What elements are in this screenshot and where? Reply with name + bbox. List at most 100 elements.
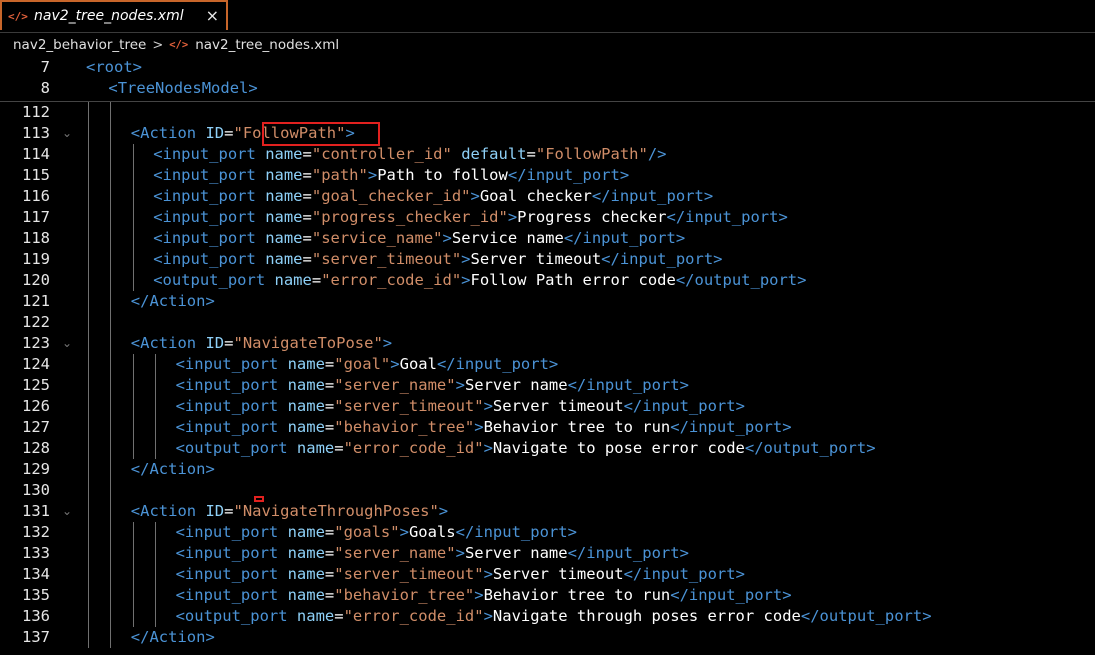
- line-number: 120: [22, 271, 50, 289]
- fold-chevron-icon[interactable]: ⌄: [62, 501, 76, 522]
- indent-guide: [110, 102, 112, 648]
- line-number: 8: [40, 79, 50, 97]
- indent-guide: [88, 102, 89, 648]
- code-text: <output_port name="error_code_id">Follow…: [153, 271, 807, 289]
- line-number: 121: [22, 292, 50, 310]
- line-number: 124: [22, 355, 50, 373]
- code-line[interactable]: 129 </Action>: [0, 459, 1095, 480]
- line-number: 122: [22, 313, 50, 331]
- code-text: <input_port name="server_name">Server na…: [175, 376, 689, 394]
- code-line[interactable]: 8 <TreeNodesModel>: [0, 78, 1095, 99]
- code-line[interactable]: 133 <input_port name="server_name">Server…: [0, 543, 1095, 564]
- code-text: </Action>: [130, 460, 215, 478]
- line-number: 118: [22, 229, 50, 247]
- code-line[interactable]: 112: [0, 102, 1095, 123]
- line-number: 123: [22, 334, 50, 352]
- code-line[interactable]: 130: [0, 480, 1095, 501]
- line-number: 133: [22, 544, 50, 562]
- code-text: <root>: [86, 58, 143, 76]
- line-number: 134: [22, 565, 50, 583]
- code-text: </Action>: [130, 292, 215, 310]
- code-line[interactable]: 114 <input_port name="controller_id" defa…: [0, 144, 1095, 165]
- code-text: <input_port name="server_timeout">Server…: [175, 565, 745, 583]
- line-number: 128: [22, 439, 50, 457]
- line-number: 117: [22, 208, 50, 226]
- code-line[interactable]: 122: [0, 312, 1095, 333]
- code-line[interactable]: 124 <input_port name="goal">Goal</input_p…: [0, 354, 1095, 375]
- line-number: 113: [22, 124, 50, 142]
- line-number: 126: [22, 397, 50, 415]
- line-number: 119: [22, 250, 50, 268]
- fold-chevron-icon[interactable]: ⌄: [62, 333, 76, 354]
- line-number: 130: [22, 481, 50, 499]
- sticky-scroll-header[interactable]: 7 <root> 8 <TreeNodesModel>: [0, 56, 1095, 102]
- code-text: <input_port name="service_name">Service …: [153, 229, 686, 247]
- code-text: <output_port name="error_code_id">Naviga…: [175, 439, 876, 457]
- code-text: <input_port name="goals">Goals</input_po…: [175, 523, 577, 541]
- code-editor[interactable]: 112 113 ⌄ <Action ID="FollowPath"> 114 <input…: [0, 102, 1095, 655]
- line-number: 115: [22, 166, 50, 184]
- line-number: 132: [22, 523, 50, 541]
- code-line[interactable]: 119 <input_port name="server_timeout">Ser…: [0, 249, 1095, 270]
- code-line[interactable]: 126 <input_port name="server_timeout">Ser…: [0, 396, 1095, 417]
- fold-chevron-icon[interactable]: ⌄: [62, 123, 76, 144]
- code-text: <input_port name="controller_id" default…: [153, 145, 667, 163]
- line-number: 131: [22, 502, 50, 520]
- tab-nav2-tree-nodes[interactable]: </> nav2_tree_nodes.xml ×: [0, 0, 228, 30]
- code-text: <input_port name="server_name">Server na…: [175, 544, 689, 562]
- code-text: <input_port name="goal_checker_id">Goal …: [153, 187, 714, 205]
- breadcrumb-file[interactable]: nav2_tree_nodes.xml: [195, 37, 339, 53]
- code-line[interactable]: 127 <input_port name="behavior_tree">Beha…: [0, 417, 1095, 438]
- code-text: <input_port name="progress_checker_id">P…: [153, 208, 788, 226]
- code-line[interactable]: 117 <input_port name="progress_checker_id…: [0, 207, 1095, 228]
- code-text: <input_port name="goal">Goal</input_port…: [175, 355, 559, 373]
- code-line[interactable]: 128 <output_port name="error_code_id">Nav…: [0, 438, 1095, 459]
- code-line[interactable]: 115 <input_port name="path">Path to follo…: [0, 165, 1095, 186]
- close-icon[interactable]: ×: [206, 6, 219, 25]
- code-line[interactable]: 137 </Action>: [0, 627, 1095, 648]
- cursor-marker: [254, 496, 264, 502]
- code-text: <output_port name="error_code_id">Naviga…: [175, 607, 932, 625]
- chevron-right-icon: >: [152, 37, 164, 53]
- highlight-box: [262, 122, 381, 146]
- code-line[interactable]: 113 ⌄ <Action ID="FollowPath">: [0, 123, 1095, 144]
- code-text: <input_port name="server_timeout">Server…: [175, 397, 745, 415]
- code-line[interactable]: 134 <input_port name="server_timeout">Ser…: [0, 564, 1095, 585]
- code-text: <input_port name="path">Path to follow</…: [153, 166, 630, 184]
- line-number: 116: [22, 187, 50, 205]
- tab-filename: nav2_tree_nodes.xml: [34, 8, 184, 24]
- code-text: <input_port name="behavior_tree">Behavio…: [175, 418, 792, 436]
- indent-guide: [155, 354, 157, 459]
- code-line[interactable]: 136 <output_port name="error_code_id">Nav…: [0, 606, 1095, 627]
- code-line[interactable]: 132 <input_port name="goals">Goals</input…: [0, 522, 1095, 543]
- line-number: 114: [22, 145, 50, 163]
- xml-file-icon: </>: [8, 9, 28, 23]
- line-number: 137: [22, 628, 50, 646]
- code-line[interactable]: 118 <input_port name="service_name">Servi…: [0, 228, 1095, 249]
- code-text: <input_port name="server_timeout">Server…: [153, 250, 723, 268]
- code-line[interactable]: 120 <output_port name="error_code_id">Fol…: [0, 270, 1095, 291]
- code-line[interactable]: 135 <input_port name="behavior_tree">Beha…: [0, 585, 1095, 606]
- indent-guide: [132, 522, 134, 627]
- indent-guide: [155, 522, 157, 627]
- code-line[interactable]: 125 <input_port name="server_name">Server…: [0, 375, 1095, 396]
- breadcrumb-folder[interactable]: nav2_behavior_tree: [13, 37, 146, 53]
- code-line[interactable]: 7 <root>: [0, 57, 1095, 78]
- code-text: </Action>: [130, 628, 215, 646]
- code-text: <TreeNodesModel>: [108, 79, 258, 97]
- indent-guide: [132, 354, 134, 459]
- tab-bar: </> nav2_tree_nodes.xml ×: [0, 0, 1095, 33]
- line-number: 7: [40, 58, 50, 76]
- code-line[interactable]: 121 </Action>: [0, 291, 1095, 312]
- indent-guide: [132, 144, 134, 291]
- code-line[interactable]: 131 ⌄ <Action ID="NavigateThroughPoses">: [0, 501, 1095, 522]
- line-number: 135: [22, 586, 50, 604]
- code-line[interactable]: 123 ⌄ <Action ID="NavigateToPose">: [0, 333, 1095, 354]
- line-number: 136: [22, 607, 50, 625]
- breadcrumb: nav2_behavior_tree > </> nav2_tree_nodes…: [0, 34, 1095, 56]
- code-text: <Action ID="NavigateToPose">: [130, 334, 393, 352]
- line-number: 125: [22, 376, 50, 394]
- code-text: <input_port name="behavior_tree">Behavio…: [175, 586, 792, 604]
- code-line[interactable]: 116 <input_port name="goal_checker_id">Go…: [0, 186, 1095, 207]
- xml-file-icon: </>: [169, 39, 189, 51]
